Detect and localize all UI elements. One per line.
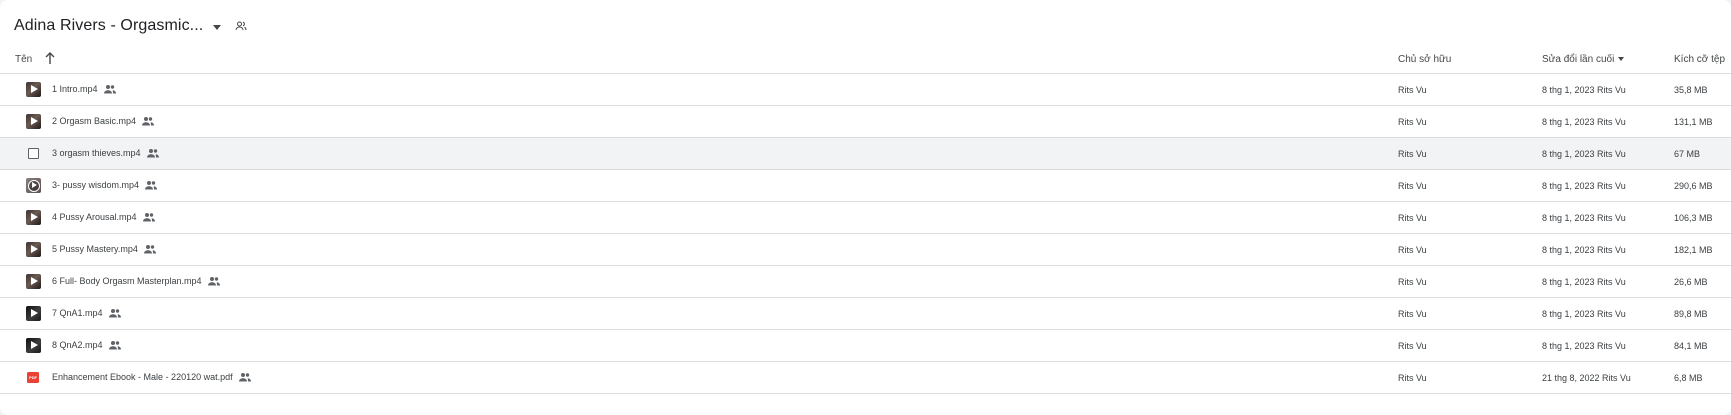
file-size: 84,1 MB — [1674, 341, 1708, 351]
folder-title-bar[interactable]: Adina Rivers - Orgasmic... — [14, 12, 249, 40]
column-header-name[interactable]: Tên — [15, 54, 32, 65]
file-modified: 8 thg 1, 2023 Rits Vu — [1542, 85, 1626, 95]
column-header-modified-label: Sửa đổi lần cuối — [1542, 54, 1615, 65]
file-size: 106,3 MB — [1674, 213, 1713, 223]
column-header-row: Tên Chủ sở hữu Sửa đổi lần cuối Kích cỡ … — [0, 45, 1731, 74]
video-thumbnail-icon — [26, 306, 41, 321]
shared-users-icon — [207, 277, 220, 286]
file-modified: 8 thg 1, 2023 Rits Vu — [1542, 181, 1626, 191]
file-row[interactable]: PDF Enhancement Ebook - Male - 220120 wa… — [0, 362, 1731, 394]
file-size: 290,6 MB — [1674, 181, 1713, 191]
pdf-file-icon: PDF — [27, 372, 39, 383]
shared-users-icon — [108, 309, 121, 318]
file-name: 3 orgasm thieves.mp4 — [52, 148, 141, 158]
shared-folder-icon[interactable] — [233, 18, 249, 34]
file-modified: 8 thg 1, 2023 Rits Vu — [1542, 117, 1626, 127]
file-owner: Rits Vu — [1398, 117, 1427, 127]
file-size: 35,8 MB — [1674, 85, 1708, 95]
shared-users-icon — [146, 149, 159, 158]
file-owner: Rits Vu — [1398, 341, 1427, 351]
file-name: Enhancement Ebook - Male - 220120 wat.pd… — [52, 372, 233, 382]
file-size: 131,1 MB — [1674, 117, 1713, 127]
file-size: 89,8 MB — [1674, 309, 1708, 319]
file-name: 7 QnA1.mp4 — [52, 308, 103, 318]
file-owner: Rits Vu — [1398, 245, 1427, 255]
file-size: 67 MB — [1674, 149, 1701, 159]
file-size: 182,1 MB — [1674, 245, 1713, 255]
file-row[interactable]: 7 QnA1.mp4 Rits Vu 8 thg 1, 2023 Rits Vu… — [0, 298, 1731, 330]
file-modified: 8 thg 1, 2023 Rits Vu — [1542, 245, 1626, 255]
file-row[interactable]: 3 orgasm thieves.mp4 Rits Vu 8 thg 1, 20… — [0, 138, 1731, 170]
shared-users-icon — [142, 117, 155, 126]
video-thumbnail-icon — [26, 338, 41, 353]
file-owner: Rits Vu — [1398, 373, 1427, 383]
file-name: 8 QnA2.mp4 — [52, 340, 103, 350]
arrow-upward-icon[interactable] — [44, 51, 56, 65]
folder-title[interactable]: Adina Rivers - Orgasmic... — [14, 17, 203, 35]
video-thumbnail-icon — [26, 178, 41, 193]
sort-descending-icon — [1618, 57, 1625, 62]
file-owner: Rits Vu — [1398, 277, 1427, 287]
video-thumbnail-icon — [26, 82, 41, 97]
file-list-panel: Adina Rivers - Orgasmic... Tên Chủ sở hữ… — [0, 0, 1731, 415]
shared-users-icon — [143, 245, 156, 254]
file-size: 6,8 MB — [1674, 373, 1703, 383]
file-modified: 8 thg 1, 2023 Rits Vu — [1542, 341, 1626, 351]
file-modified: 8 thg 1, 2023 Rits Vu — [1542, 213, 1626, 223]
file-name: 1 Intro.mp4 — [52, 84, 98, 94]
file-modified: 21 thg 8, 2022 Rits Vu — [1542, 373, 1631, 383]
file-name: 2 Orgasm Basic.mp4 — [52, 116, 137, 126]
video-thumbnail-icon — [26, 210, 41, 225]
shared-users-icon — [103, 85, 116, 94]
file-row[interactable]: 1 Intro.mp4 Rits Vu 8 thg 1, 2023 Rits V… — [0, 74, 1731, 106]
shared-users-icon — [142, 213, 155, 222]
row-checkbox[interactable] — [28, 148, 39, 159]
file-row[interactable]: 2 Orgasm Basic.mp4 Rits Vu 8 thg 1, 2023… — [0, 106, 1731, 138]
shared-users-icon — [108, 341, 121, 350]
file-modified: 8 thg 1, 2023 Rits Vu — [1542, 309, 1626, 319]
file-name: 6 Full- Body Orgasm Masterplan.mp4 — [52, 276, 202, 286]
file-row[interactable]: 3- pussy wisdom.mp4 Rits Vu 8 thg 1, 202… — [0, 170, 1731, 202]
video-thumbnail-icon — [26, 242, 41, 257]
file-name: 4 Pussy Arousal.mp4 — [52, 212, 137, 222]
file-owner: Rits Vu — [1398, 149, 1427, 159]
file-row[interactable]: 5 Pussy Mastery.mp4 Rits Vu 8 thg 1, 202… — [0, 234, 1731, 266]
column-header-modified[interactable]: Sửa đổi lần cuối — [1542, 54, 1625, 65]
file-owner: Rits Vu — [1398, 181, 1427, 191]
file-owner: Rits Vu — [1398, 213, 1427, 223]
file-list: 1 Intro.mp4 Rits Vu 8 thg 1, 2023 Rits V… — [0, 74, 1731, 394]
file-modified: 8 thg 1, 2023 Rits Vu — [1542, 149, 1626, 159]
file-owner: Rits Vu — [1398, 85, 1427, 95]
file-modified: 8 thg 1, 2023 Rits Vu — [1542, 277, 1626, 287]
file-owner: Rits Vu — [1398, 309, 1427, 319]
column-header-size[interactable]: Kích cỡ tệp — [1674, 54, 1725, 65]
column-header-owner[interactable]: Chủ sở hữu — [1398, 54, 1451, 65]
video-thumbnail-icon — [26, 114, 41, 129]
file-row[interactable]: 8 QnA2.mp4 Rits Vu 8 thg 1, 2023 Rits Vu… — [0, 330, 1731, 362]
file-row[interactable]: 6 Full- Body Orgasm Masterplan.mp4 Rits … — [0, 266, 1731, 298]
arrow-drop-down-icon[interactable] — [213, 24, 222, 30]
video-thumbnail-icon — [26, 274, 41, 289]
file-size: 26,6 MB — [1674, 277, 1708, 287]
file-name: 5 Pussy Mastery.mp4 — [52, 244, 138, 254]
file-row[interactable]: 4 Pussy Arousal.mp4 Rits Vu 8 thg 1, 202… — [0, 202, 1731, 234]
file-name: 3- pussy wisdom.mp4 — [52, 180, 140, 190]
shared-users-icon — [238, 373, 251, 382]
shared-users-icon — [145, 181, 158, 190]
